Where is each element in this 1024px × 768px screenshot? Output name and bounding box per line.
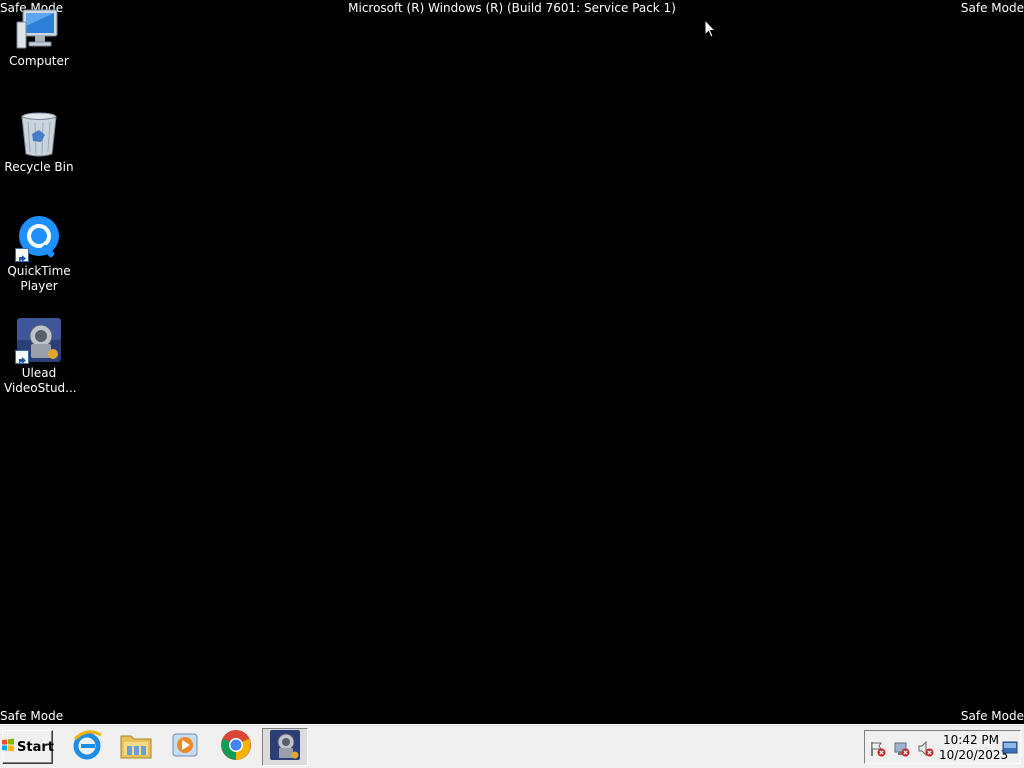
mouse-cursor-icon [704, 18, 717, 43]
shortcut-arrow-icon [15, 350, 29, 364]
taskbar-app-windows-explorer[interactable] [113, 728, 159, 766]
windows-flag-icon [1, 738, 15, 756]
desktop-icon-label-line1: QuickTime [7, 264, 71, 278]
folder-icon [119, 730, 153, 764]
clock-date: 10/20/2023 [939, 748, 1009, 762]
chrome-icon [220, 729, 252, 765]
ulead-videostudio-icon [269, 729, 301, 765]
clock-time: 10:42 PM [943, 733, 999, 747]
taskbar-app-windows-media-player[interactable] [162, 728, 208, 766]
start-label: Start [17, 739, 54, 755]
recycle-bin-icon [15, 110, 63, 158]
volume-muted-icon[interactable] [917, 740, 935, 758]
desktop-icon-label-line2: Player [20, 279, 58, 293]
desktop-icon-label: Computer [9, 54, 69, 68]
taskbar-app-ulead-videostudio[interactable] [262, 728, 308, 766]
desktop-icon-ulead-videostudio[interactable]: Ulead VideoStud... [4, 316, 77, 396]
media-player-icon [170, 730, 200, 764]
computer-icon [15, 8, 63, 52]
safe-mode-label-bottom-left: Safe Mode [0, 709, 64, 723]
desktop-icon-label: Recycle Bin [4, 160, 74, 174]
desktop-icon-label-line2: VideoStud... [4, 381, 77, 395]
ulead-videostudio-icon [15, 316, 63, 364]
network-error-icon[interactable] [893, 740, 911, 758]
desktop-icon-quicktime-player[interactable]: QuickTime Player [4, 214, 74, 294]
safe-mode-label-bottom-right: Safe Mode [960, 709, 1024, 723]
quicktime-icon [15, 214, 63, 262]
taskbar-app-google-chrome[interactable] [213, 728, 259, 766]
safe-mode-label-top-right: Safe Mode [960, 1, 1024, 15]
start-button[interactable]: Start [1, 730, 54, 764]
desktop-icon-label-line1: Ulead [21, 366, 57, 380]
desktop-icon-recycle-bin[interactable]: Recycle Bin [4, 110, 74, 175]
desktop-icon-computer[interactable]: Computer [4, 8, 74, 69]
show-desktop-icon[interactable] [1002, 739, 1018, 757]
internet-explorer-icon [71, 729, 103, 765]
taskbar-clock[interactable]: 10:42 PM 10/20/2023 [939, 733, 1009, 763]
action-center-flag-icon[interactable] [869, 740, 887, 758]
taskbar-app-internet-explorer[interactable] [64, 728, 110, 766]
notification-area: 10:42 PM 10/20/2023 [864, 730, 1021, 764]
windows-build-text: Microsoft (R) Windows (R) (Build 7601: S… [348, 1, 676, 15]
taskbar: Start 10:42 PM 10/20/2023 [0, 724, 1024, 768]
shortcut-arrow-icon [15, 248, 29, 262]
